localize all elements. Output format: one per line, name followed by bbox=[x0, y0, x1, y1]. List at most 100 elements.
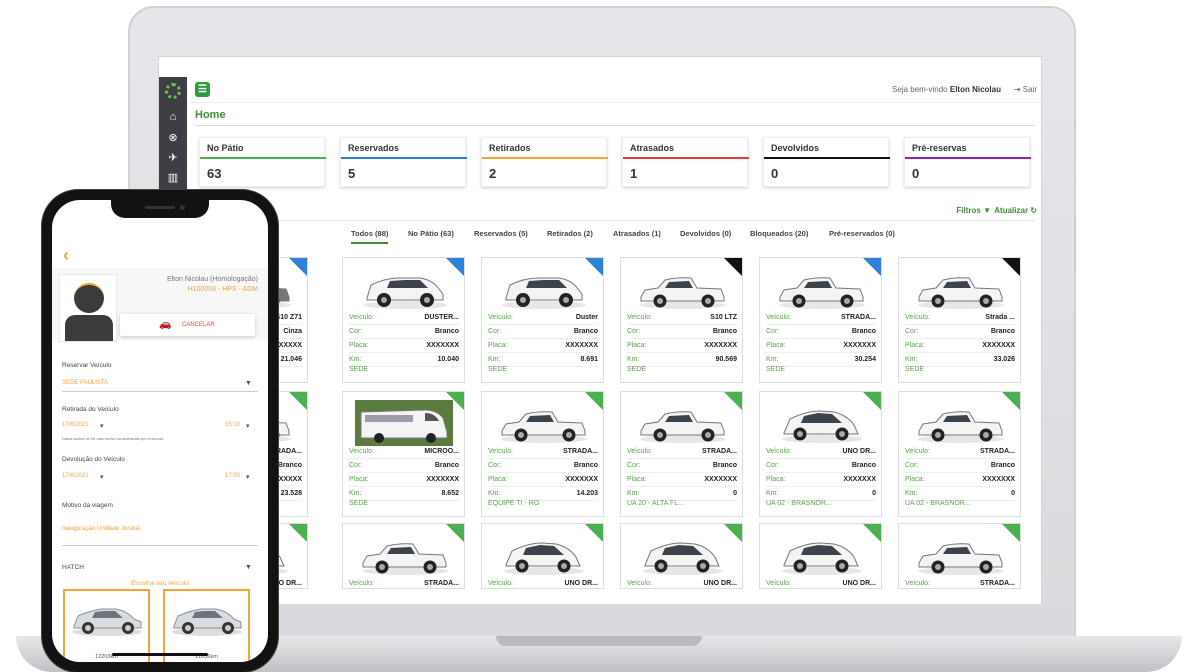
plane-icon[interactable]: ✈ bbox=[159, 147, 187, 167]
field-color-label: Cor: bbox=[488, 328, 502, 335]
vehicle-card[interactable]: Veículo:STRADA... Cor: Placa: Km: bbox=[898, 523, 1021, 589]
tab-no-patio[interactable]: No Pátio (63) bbox=[408, 229, 454, 238]
field-vehicle: Veículo: Strada ... bbox=[905, 312, 1015, 325]
chart-icon[interactable]: ▥ bbox=[159, 167, 187, 187]
field-color-value: Branco bbox=[990, 462, 1015, 469]
vehicle-card[interactable]: Veículo: UNO DR... Cor: Branco Placa: XXXXX… bbox=[759, 391, 882, 517]
filters-label: Filtros bbox=[956, 206, 981, 215]
tab-todos[interactable]: Todos (88) bbox=[351, 229, 389, 244]
vehicle-image bbox=[633, 400, 731, 446]
vehicle-card[interactable]: Veículo: STRADA... Cor: Branco Placa: XXXXX… bbox=[481, 391, 604, 517]
stat-value: 2 bbox=[489, 166, 497, 181]
vehicle-card[interactable]: Veículo:UNO DR... Cor: Placa: Km: bbox=[759, 523, 882, 589]
close-circle-icon[interactable]: ⊗ bbox=[159, 127, 187, 147]
field-vehicle-label: Veículo: bbox=[766, 314, 791, 321]
vehicle-option[interactable]: 12836km bbox=[163, 589, 250, 662]
vehicle-card[interactable]: Veículo: DUSTER... Cor: Branco Placa: XXXXX… bbox=[342, 257, 465, 383]
field-vehicle: Veículo: UNO DR... bbox=[488, 578, 598, 588]
field-vehicle-label: Veículo: bbox=[349, 580, 374, 587]
vehicle-card[interactable]: Veículo:UNO DR... Cor: Placa: Km: bbox=[620, 523, 743, 589]
field-color-value: Branco bbox=[434, 328, 459, 335]
vehicle-card[interactable]: Veículo: STRADA... Cor: Branco Placa: XXXXX… bbox=[759, 257, 882, 383]
field-vehicle-label: Veículo: bbox=[627, 448, 652, 455]
chevron-down-icon[interactable]: ▾ bbox=[246, 422, 250, 430]
pickup-date[interactable]: 17/6/2021 bbox=[62, 422, 89, 428]
field-color: Cor: Branco bbox=[349, 326, 459, 339]
stat-card-devolvidos[interactable]: Devolvidos 0 bbox=[763, 137, 890, 187]
field-vehicle-label: Veículo: bbox=[627, 314, 652, 321]
stat-card-retirados[interactable]: Retirados 2 bbox=[481, 137, 608, 187]
stat-color-bar bbox=[905, 157, 1031, 159]
field-plate-label: Placa: bbox=[766, 476, 786, 483]
menu-button[interactable]: ☰ bbox=[195, 82, 210, 97]
back-icon[interactable]: ‹ bbox=[63, 245, 69, 266]
field-km-value: 90.569 bbox=[715, 356, 737, 363]
tab-reservados[interactable]: Reservados (5) bbox=[474, 229, 528, 238]
cancel-button[interactable]: 🚗 CANCELAR bbox=[120, 314, 255, 336]
field-vehicle: Veículo: DUSTER... bbox=[349, 312, 459, 325]
field-vehicle: Veículo: UNO DR... bbox=[766, 446, 876, 459]
tab-bloqueados[interactable]: Bloqueados (20) bbox=[750, 229, 808, 238]
phone-notch bbox=[111, 200, 209, 218]
refresh-button[interactable]: Atualizar ↻ bbox=[994, 206, 1037, 215]
field-plate-value: XXXXXXX bbox=[704, 476, 737, 483]
vehicle-card[interactable]: Veículo: Duster Cor: Branco Placa: XXXXXXX … bbox=[481, 257, 604, 383]
stat-card-atrasados[interactable]: Atrasados 1 bbox=[622, 137, 749, 187]
return-label: Devolução do Veículo bbox=[62, 456, 125, 463]
vehicle-card[interactable]: Veículo: Strada ... Cor: Branco Placa: XXXX… bbox=[898, 257, 1021, 383]
chevron-down-icon[interactable]: ▾ bbox=[100, 473, 104, 481]
stat-value: 1 bbox=[630, 166, 638, 181]
field-plate-label: Placa: bbox=[905, 342, 925, 349]
field-km-value: 14.203 bbox=[576, 490, 598, 497]
vehicle-image bbox=[911, 400, 1009, 446]
return-date[interactable]: 17/6/2021 bbox=[62, 473, 89, 479]
hatch-car-image bbox=[172, 608, 242, 636]
chevron-down-icon[interactable]: ▼ bbox=[245, 564, 252, 571]
pickup-time[interactable]: 15:10 bbox=[225, 422, 240, 428]
vehicle-card[interactable]: Veículo: STRADA... Cor: Branco Placa: XXXXX… bbox=[620, 391, 743, 517]
tab-devolvidos[interactable]: Devolvidos (0) bbox=[680, 229, 731, 238]
field-plate: Placa: XXXXXXX bbox=[905, 474, 1015, 487]
tab-retirados[interactable]: Retirados (2) bbox=[547, 229, 593, 238]
field-km-label: Km: bbox=[349, 490, 362, 497]
stat-card-reservados[interactable]: Reservados 5 bbox=[340, 137, 467, 187]
field-km-label: Km: bbox=[905, 356, 918, 363]
vehicle-card[interactable]: Veículo:UNO DR... Cor: Placa: Km: bbox=[481, 523, 604, 589]
field-vehicle-label: Veículo: bbox=[905, 314, 930, 321]
field-color: Cor: Branco bbox=[766, 460, 876, 473]
vehicle-option[interactable]: 12203km bbox=[63, 589, 150, 662]
pickup-label: Retirada do Veículo bbox=[62, 406, 119, 413]
vehicle-location: UA 20 - ALTA FL... bbox=[627, 500, 684, 507]
field-color-label: Cor: bbox=[766, 328, 780, 335]
chevron-down-icon[interactable]: ▾ bbox=[246, 473, 250, 481]
vehicle-location: UA 02 - BRASNOR... bbox=[905, 500, 971, 507]
reason-input[interactable]: Inauguração Unidade Jundiaí bbox=[62, 526, 140, 532]
vehicle-card[interactable]: Veículo: MICROO... Cor: Branco Placa: XXXXX… bbox=[342, 391, 465, 517]
category-select-value[interactable]: HATCH bbox=[62, 564, 84, 571]
field-vehicle-label: Veículo: bbox=[766, 448, 791, 455]
avatar-body-icon bbox=[65, 315, 113, 341]
branch-select-value[interactable]: SEDE PAULISTA bbox=[62, 380, 108, 386]
title-divider bbox=[195, 125, 1035, 126]
vehicle-card[interactable]: Veículo: S10 LTZ Cor: Branco Placa: XXXXXXX… bbox=[620, 257, 743, 383]
field-color-value: Branco bbox=[573, 462, 598, 469]
chevron-down-icon[interactable]: ▼ bbox=[245, 380, 252, 387]
logout-button[interactable]: ⇥ Sair bbox=[1014, 85, 1037, 94]
stat-card-no-patio[interactable]: No Pátio 63 bbox=[199, 137, 326, 187]
tab-pre-reservados[interactable]: Pré-reservados (0) bbox=[829, 229, 895, 238]
tab-atrasados[interactable]: Atrasados (1) bbox=[613, 229, 661, 238]
vehicle-card[interactable]: Veículo:STRADA... Cor: Placa: Km: bbox=[342, 523, 465, 589]
stat-card-pre-reservas[interactable]: Pré-reservas 0 bbox=[904, 137, 1031, 187]
field-vehicle-value: STRADA... bbox=[563, 448, 598, 455]
field-vehicle-value: Duster bbox=[575, 314, 598, 321]
vehicle-image bbox=[355, 266, 453, 312]
return-time[interactable]: 17:00 bbox=[225, 473, 240, 479]
field-vehicle-value: Strada ... bbox=[985, 314, 1015, 321]
filters-button[interactable]: Filtros ▼ bbox=[956, 206, 991, 215]
chevron-down-icon[interactable]: ▾ bbox=[100, 422, 104, 430]
stat-value: 63 bbox=[207, 166, 222, 181]
home-icon[interactable]: ⌂ bbox=[159, 107, 187, 127]
mobile-screen: ‹ Elton Nicolau (Homologação) H100003 - … bbox=[52, 200, 268, 662]
field-km-label: Km: bbox=[627, 356, 640, 363]
vehicle-card[interactable]: Veículo: STRADA... Cor: Branco Placa: XXXXX… bbox=[898, 391, 1021, 517]
